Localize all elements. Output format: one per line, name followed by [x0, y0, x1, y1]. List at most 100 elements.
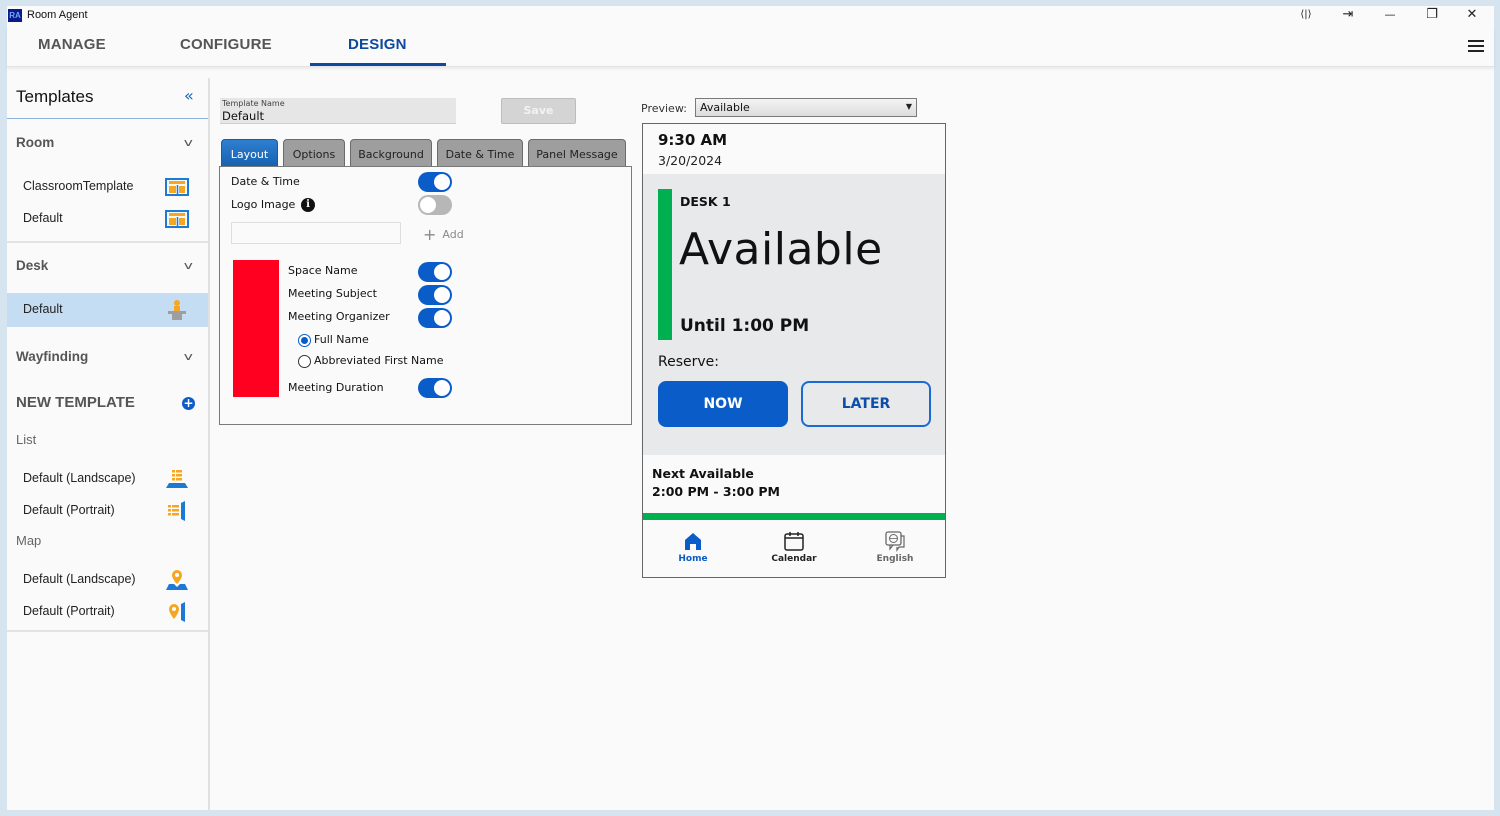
- status-color-swatch[interactable]: [233, 260, 279, 397]
- meeting-duration-label: Meeting Duration: [288, 381, 384, 394]
- chevron-down-icon[interactable]: v: [184, 259, 193, 272]
- new-template-map-portrait[interactable]: Default (Portrait): [7, 595, 208, 629]
- list-landscape-icon: [166, 470, 188, 488]
- abbreviated-first-name-radio[interactable]: [298, 355, 311, 368]
- section-desk[interactable]: Desk: [16, 258, 48, 273]
- main-nav: MANAGE CONFIGURE DESIGN: [7, 28, 1494, 67]
- tab-background[interactable]: Background: [350, 139, 432, 167]
- add-logo-button[interactable]: + Add: [423, 225, 464, 244]
- new-template-list-portrait[interactable]: Default (Portrait): [7, 494, 208, 528]
- preview-status: Available: [679, 224, 883, 275]
- logo-image-input[interactable]: [231, 222, 401, 244]
- device-preview: 9:30 AM 3/20/2024 DESK 1 Available Until…: [642, 123, 946, 578]
- minimize-button[interactable]: —: [1375, 6, 1405, 26]
- logo-image-toggle[interactable]: [418, 195, 452, 215]
- section-divider: [7, 630, 208, 632]
- template-item-room-default[interactable]: Default: [7, 202, 208, 236]
- preview-nav-calendar[interactable]: Calendar: [754, 530, 834, 564]
- group-label-list: List: [16, 432, 37, 447]
- template-item-label: Default (Portrait): [23, 503, 115, 517]
- info-icon[interactable]: i: [301, 198, 315, 212]
- title-bar: RA Room Agent ⟨|⟩ ⇥ — ❐ ✕: [7, 6, 1494, 28]
- tab-options[interactable]: Options: [283, 139, 345, 167]
- plus-icon: +: [423, 225, 437, 244]
- preview-nav-language[interactable]: English: [855, 530, 935, 564]
- space-name-label: Space Name: [288, 264, 358, 277]
- preview-status-area: DESK 1 Available Until 1:00 PM Reserve: …: [643, 174, 945, 455]
- templates-sidebar: Templates « Room v ClassroomTemplate Def…: [7, 78, 210, 810]
- preview-nav-home[interactable]: Home: [653, 530, 733, 564]
- preview-space-name: DESK 1: [680, 194, 731, 209]
- preview-date: 3/20/2024: [658, 153, 723, 168]
- section-wayfinding[interactable]: Wayfinding: [16, 349, 88, 364]
- dock-icon[interactable]: ⟨|⟩: [1291, 6, 1321, 26]
- nav-label-english: English: [876, 554, 914, 564]
- status-color-line: [643, 513, 945, 520]
- full-name-radio[interactable]: [298, 334, 311, 347]
- restore-button[interactable]: ❐: [1417, 6, 1447, 26]
- room-layout-icon: [165, 210, 189, 228]
- language-globe-icon: [885, 531, 905, 552]
- preview-time: 9:30 AM: [658, 131, 728, 149]
- map-landscape-icon: [166, 570, 188, 590]
- reserve-now-button[interactable]: NOW: [658, 381, 788, 427]
- map-portrait-icon: [169, 602, 185, 622]
- abbreviated-first-name-label: Abbreviated First Name: [314, 354, 444, 367]
- template-item-desk-default[interactable]: Default: [7, 293, 208, 327]
- new-template-map-landscape[interactable]: Default (Landscape): [7, 563, 208, 597]
- sidebar-title: Templates: [16, 87, 94, 106]
- template-item-label: Default: [23, 211, 63, 225]
- add-label: Add: [442, 228, 464, 241]
- template-item-label: ClassroomTemplate: [23, 179, 134, 193]
- template-item-label: Default: [23, 302, 63, 316]
- chevron-down-icon[interactable]: v: [184, 350, 193, 363]
- new-template-heading: NEW TEMPLATE: [16, 394, 135, 411]
- preview-state-select[interactable]: Available ▼: [695, 98, 917, 117]
- meeting-organizer-label: Meeting Organizer: [288, 310, 390, 323]
- logo-image-label: Logo Image: [231, 198, 296, 211]
- meeting-duration-toggle[interactable]: [418, 378, 452, 398]
- app-title: Room Agent: [27, 9, 88, 21]
- full-name-label: Full Name: [314, 333, 369, 346]
- template-item-classroomtemplate[interactable]: ClassroomTemplate: [7, 170, 208, 204]
- home-icon: [685, 533, 701, 550]
- preview-label: Preview:: [641, 102, 687, 115]
- tab-date-time[interactable]: Date & Time: [437, 139, 523, 167]
- exit-icon[interactable]: ⇥: [1333, 6, 1363, 26]
- meeting-organizer-toggle[interactable]: [418, 308, 452, 328]
- section-room[interactable]: Room: [16, 135, 54, 150]
- space-name-toggle[interactable]: [418, 262, 452, 282]
- section-divider: [7, 241, 208, 243]
- tab-manage[interactable]: MANAGE: [38, 36, 106, 53]
- dropdown-arrow-icon: ▼: [905, 102, 912, 111]
- nav-label-calendar: Calendar: [771, 554, 817, 564]
- calendar-icon: [784, 532, 804, 551]
- status-color-bar: [658, 189, 672, 340]
- save-button[interactable]: Save: [501, 98, 576, 124]
- tab-layout[interactable]: Layout: [221, 139, 278, 167]
- group-label-map: Map: [16, 533, 42, 548]
- next-available-time: 2:00 PM - 3:00 PM: [652, 484, 780, 499]
- date-time-toggle[interactable]: [418, 172, 452, 192]
- template-name-field[interactable]: Template Name Default: [220, 98, 456, 124]
- tab-design[interactable]: DESIGN: [348, 36, 407, 53]
- tab-configure[interactable]: CONFIGURE: [180, 36, 272, 53]
- close-button[interactable]: ✕: [1457, 6, 1487, 26]
- meeting-subject-toggle[interactable]: [418, 285, 452, 305]
- list-portrait-icon: [168, 501, 185, 521]
- reserve-label: Reserve:: [658, 354, 719, 370]
- tab-panel-message[interactable]: Panel Message: [528, 139, 626, 167]
- new-template-list-landscape[interactable]: Default (Landscape): [7, 462, 208, 496]
- template-item-label: Default (Landscape): [23, 471, 136, 485]
- app-logo-icon: RA: [8, 9, 22, 22]
- reserve-later-button[interactable]: LATER: [801, 381, 931, 427]
- app-window: RA Room Agent ⟨|⟩ ⇥ — ❐ ✕ MANAGE CONFIGU…: [7, 6, 1494, 810]
- template-name-label: Template Name: [222, 99, 285, 108]
- collapse-sidebar-icon[interactable]: «: [184, 86, 194, 105]
- hamburger-menu-icon[interactable]: [1468, 40, 1484, 53]
- template-item-label: Default (Landscape): [23, 572, 136, 586]
- meeting-subject-label: Meeting Subject: [288, 287, 377, 300]
- template-name-value: Default: [222, 109, 265, 123]
- add-template-icon[interactable]: +: [182, 397, 195, 410]
- chevron-down-icon[interactable]: v: [184, 136, 193, 149]
